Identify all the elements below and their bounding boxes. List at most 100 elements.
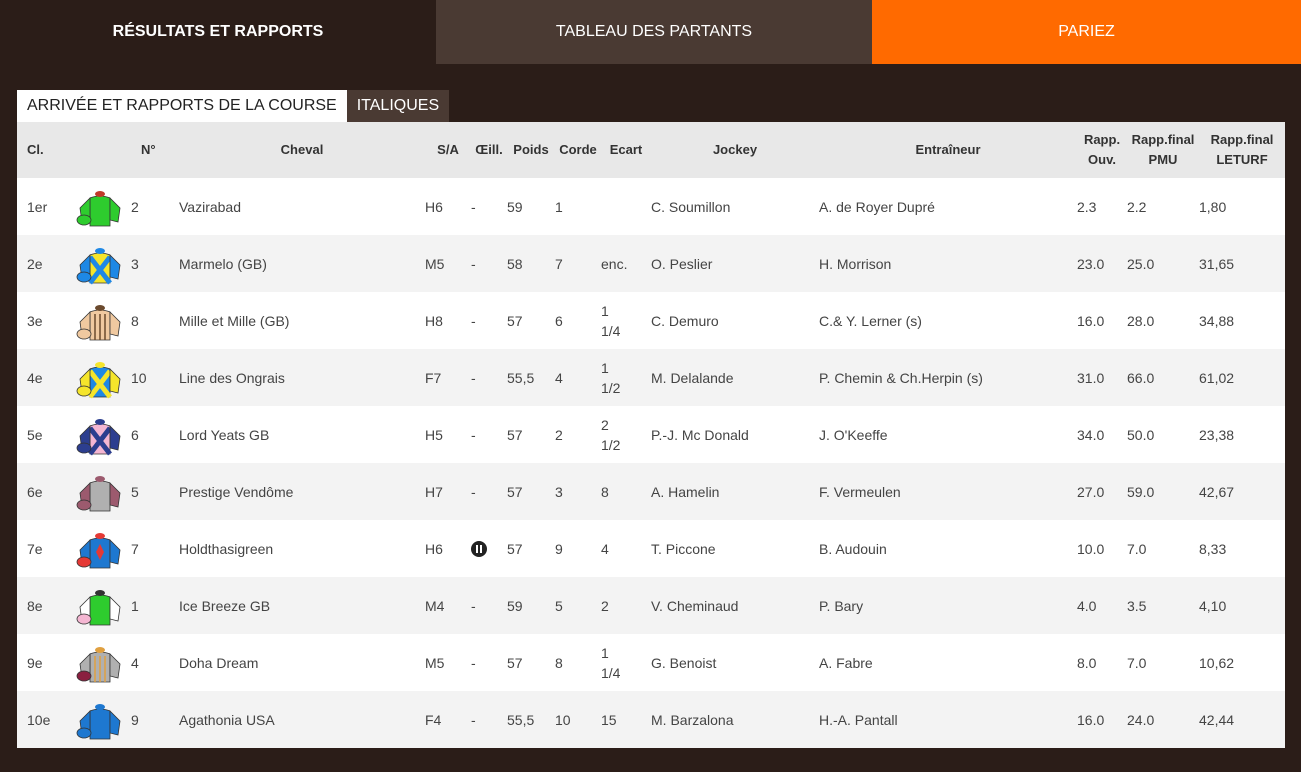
header-corde[interactable]: Corde	[555, 122, 601, 178]
cell-cheval[interactable]: Vazirabad	[179, 178, 425, 235]
header-sa[interactable]: S/A	[425, 122, 471, 178]
cell-jockey[interactable]: M. Delalande	[651, 349, 819, 406]
table-row[interactable]: 4e 10 Line des Ongrais F7-55,5 4 1 1/2 M. Delal…	[17, 349, 1285, 406]
table-row[interactable]: 10e 9 Agathonia USA F4- 55,5 10 15 M. Barzalona…	[17, 691, 1285, 748]
header-poids[interactable]: Poids	[507, 122, 555, 178]
cell-sa: F7	[425, 349, 471, 406]
ecart-line1: 1	[601, 302, 609, 319]
cell-entraineur[interactable]: F. Vermeulen	[819, 463, 1077, 520]
table-row[interactable]: 8e 1 Ice Breeze GB M4- 59 5 2 V. Cheminaud P. Ba…	[17, 577, 1285, 634]
cell-jockey[interactable]: C. Demuro	[651, 292, 819, 349]
cell-cheval[interactable]: Prestige Vendôme	[179, 463, 425, 520]
header-ecart[interactable]: Ecart	[601, 122, 651, 178]
cell-jockey[interactable]: T. Piccone	[651, 520, 819, 577]
header-cl[interactable]: Cl.	[17, 122, 69, 178]
cell-silk	[69, 178, 131, 235]
header-cheval[interactable]: Cheval	[179, 122, 425, 178]
cell-cl: 5e	[17, 406, 69, 463]
table-row[interactable]: 1er 2 Vazirabad H6- 59 1 C. Soumillon A. de Roy…	[17, 178, 1285, 235]
cell-cl: 4e	[17, 349, 69, 406]
table-row[interactable]: 2e 3 Marmelo (GB) M5- 58 7 enc. O. Peslier H. Mo…	[17, 235, 1285, 292]
ecart-line1: 2	[601, 416, 609, 433]
cell-num: 4	[131, 634, 179, 691]
header-oeil[interactable]: Œill.	[471, 122, 507, 178]
cell-entraineur[interactable]: A. Fabre	[819, 634, 1077, 691]
cell-silk	[69, 349, 131, 406]
cell-rapp-ouv: 31.0	[1077, 349, 1127, 406]
jockey-silk-icon	[69, 471, 131, 513]
cell-oeil: -	[471, 406, 507, 463]
cell-entraineur[interactable]: H.-A. Pantall	[819, 691, 1077, 748]
cell-silk	[69, 406, 131, 463]
header-rapp-pmu[interactable]: Rapp.final PMU	[1127, 122, 1199, 178]
ecart-line2: 1/4	[601, 664, 621, 681]
cell-entraineur[interactable]: J. O'Keeffe	[819, 406, 1077, 463]
table-row[interactable]: 6e 5 Prestige Vendôme H7- 57 3 8 A. Hamelin F. V…	[17, 463, 1285, 520]
cell-ecart: 1 1/2	[601, 349, 651, 406]
ecart-line2: 1/4	[601, 322, 621, 339]
cell-rapp-pmu: 7.0	[1127, 634, 1199, 691]
cell-cl: 8e	[17, 577, 69, 634]
cell-cheval[interactable]: Mille et Mille (GB)	[179, 292, 425, 349]
cell-num: 2	[131, 178, 179, 235]
cell-silk	[69, 577, 131, 634]
tab-pariez[interactable]: PARIEZ	[872, 0, 1301, 64]
header-rapp-leturf[interactable]: Rapp.final LETURF	[1199, 122, 1285, 178]
cell-ecart: 8	[601, 463, 651, 520]
table-row[interactable]: 7e 7 Holdthasigreen H6 57 9 4 T. Piccone B. Audo…	[17, 520, 1285, 577]
cell-entraineur[interactable]: A. de Royer Dupré	[819, 178, 1077, 235]
subtab-arrivee-rapports[interactable]: ARRIVÉE ET RAPPORTS DE LA COURSE	[17, 90, 347, 122]
header-entraineur[interactable]: Entraîneur	[819, 122, 1077, 178]
cell-jockey[interactable]: M. Barzalona	[651, 691, 819, 748]
cell-cheval[interactable]: Doha Dream	[179, 634, 425, 691]
cell-sa: H8	[425, 292, 471, 349]
cell-entraineur[interactable]: P. Chemin & Ch.Herpin (s)	[819, 349, 1077, 406]
cell-cheval[interactable]: Line des Ongrais	[179, 349, 425, 406]
header-rapp-ouv[interactable]: Rapp. Ouv.	[1077, 122, 1127, 178]
cell-rapp-pmu: 50.0	[1127, 406, 1199, 463]
table-row[interactable]: 5e 6 Lord Yeats GB H5-57 2 2 1/2 P.-J. Mc Donal…	[17, 406, 1285, 463]
cell-silk	[69, 292, 131, 349]
cell-jockey[interactable]: O. Peslier	[651, 235, 819, 292]
cell-entraineur[interactable]: C.& Y. Lerner (s)	[819, 292, 1077, 349]
cell-silk	[69, 235, 131, 292]
cell-cheval[interactable]: Marmelo (GB)	[179, 235, 425, 292]
cell-sa: F4	[425, 691, 471, 748]
cell-jockey[interactable]: V. Cheminaud	[651, 577, 819, 634]
jockey-silk-icon	[69, 528, 131, 570]
cell-sa: M4	[425, 577, 471, 634]
header-jockey[interactable]: Jockey	[651, 122, 819, 178]
cell-rapp-leturf: 42,67	[1199, 463, 1285, 520]
table-row[interactable]: 9e 4 Doha Dream M5-57 8 1 1/4 G. Benoist A. Fabr…	[17, 634, 1285, 691]
cell-entraineur[interactable]: B. Audouin	[819, 520, 1077, 577]
cell-cheval[interactable]: Agathonia USA	[179, 691, 425, 748]
cell-jockey[interactable]: C. Soumillon	[651, 178, 819, 235]
subtab-italiques[interactable]: ITALIQUES	[346, 90, 450, 122]
cell-entraineur[interactable]: P. Bary	[819, 577, 1077, 634]
tab-resultats-rapports[interactable]: RÉSULTATS ET RAPPORTS	[0, 0, 436, 64]
jockey-silk-icon	[69, 414, 131, 456]
cell-jockey[interactable]: A. Hamelin	[651, 463, 819, 520]
cell-rapp-ouv: 16.0	[1077, 292, 1127, 349]
cell-jockey[interactable]: P.-J. Mc Donald	[651, 406, 819, 463]
jockey-silk-icon	[69, 186, 131, 228]
cell-poids: 57	[507, 520, 555, 577]
jockey-silk-icon	[69, 699, 131, 741]
cell-entraineur[interactable]: H. Morrison	[819, 235, 1077, 292]
cell-oeil: -	[471, 577, 507, 634]
tab-tableau-partants[interactable]: TABLEAU DES PARTANTS	[436, 0, 872, 64]
cell-cheval[interactable]: Ice Breeze GB	[179, 577, 425, 634]
cell-rapp-pmu: 28.0	[1127, 292, 1199, 349]
cell-rapp-leturf: 42,44	[1199, 691, 1285, 748]
cell-cheval[interactable]: Lord Yeats GB	[179, 406, 425, 463]
cell-num: 1	[131, 577, 179, 634]
ecart-line1: 15	[601, 711, 617, 728]
header-num[interactable]: N°	[131, 122, 179, 178]
header-rapp-pmu-line2: PMU	[1148, 152, 1178, 167]
cell-silk	[69, 634, 131, 691]
cell-cheval[interactable]: Holdthasigreen	[179, 520, 425, 577]
ecart-line1: 2	[601, 597, 609, 614]
cell-jockey[interactable]: G. Benoist	[651, 634, 819, 691]
cell-sa: H7	[425, 463, 471, 520]
table-row[interactable]: 3e 8 Mille et Mille (GB) H8-57 6 1 1/4 C. Demur…	[17, 292, 1285, 349]
